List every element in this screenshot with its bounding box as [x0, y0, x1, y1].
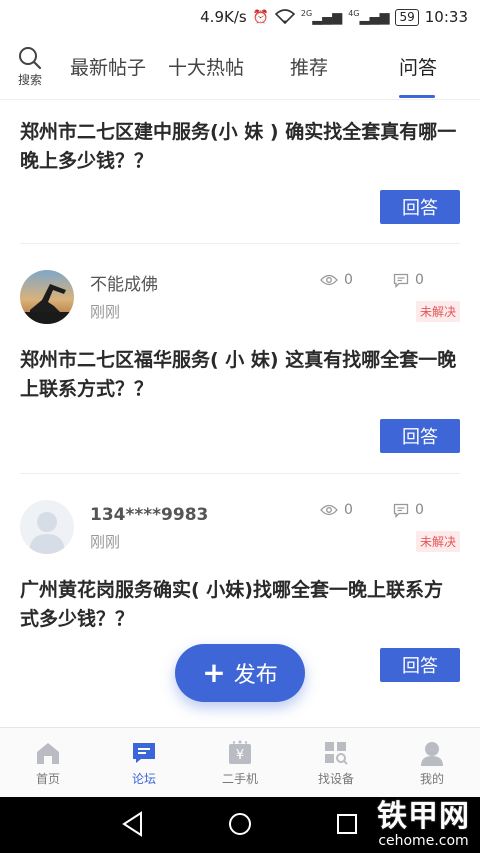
comment-icon	[393, 503, 409, 518]
nav-used-machines[interactable]: ¥ 二手机	[192, 728, 288, 798]
publish-label: 发布	[233, 663, 278, 688]
clock: 10:33	[424, 8, 468, 26]
top-nav: 搜索 最新帖子 十大热帖 推荐 问答	[0, 34, 480, 100]
comment-count: 0	[393, 502, 424, 518]
view-count: 0	[320, 502, 353, 518]
battery-indicator: 59	[395, 8, 419, 26]
bottom-nav: 首页 论坛 ¥ 二手机 找设备 我的	[0, 727, 480, 797]
eye-icon	[320, 504, 338, 516]
author-row: 不能成佛 刚刚 0 0 未解决	[20, 270, 460, 324]
search-label: 搜索	[17, 72, 42, 87]
answer-button[interactable]: 回答	[380, 419, 460, 453]
post-stats: 0 0 未解决	[320, 500, 460, 554]
tab-top-ten[interactable]: 十大热帖	[156, 34, 256, 100]
network-speed: 4.9K/s	[200, 8, 247, 26]
signal-4g-icon: 4G▂▄▆	[348, 8, 390, 26]
find-equipment-icon	[325, 741, 348, 765]
question-title[interactable]: 郑州市二七区建中服务(小 妹 ) 确实找全套真有哪一晚上多少钱？？	[20, 118, 460, 176]
eye-icon	[320, 274, 338, 286]
status-badge: 未解决	[415, 531, 460, 552]
plus-icon: +	[202, 656, 226, 689]
home-circle-icon[interactable]	[228, 811, 252, 837]
post-stats: 0 0 未解决	[320, 270, 460, 324]
question-title[interactable]: 郑州市二七区福华服务( 小 妹) 这真有找哪全套一晚上联系方式？？	[20, 346, 460, 404]
home-icon	[37, 742, 59, 764]
comment-count: 0	[393, 272, 424, 288]
question-card[interactable]: 不能成佛 刚刚 0 0 未解决 郑州市二七区福华服务( 小 妹) 这真有找哪全套…	[20, 244, 460, 474]
post-time: 刚刚	[90, 533, 121, 551]
author-name[interactable]: 不能成佛	[90, 274, 158, 296]
tab-latest-posts[interactable]: 最新帖子	[60, 34, 156, 100]
nav-home[interactable]: 首页	[0, 728, 96, 798]
search-button[interactable]: 搜索	[0, 34, 60, 100]
svg-text:¥: ¥	[236, 748, 244, 763]
post-time: 刚刚	[90, 303, 121, 321]
default-avatar-icon	[20, 500, 74, 554]
status-badge: 未解决	[415, 301, 460, 322]
nav-forum[interactable]: 论坛	[96, 728, 192, 798]
search-icon	[19, 46, 42, 69]
qa-feed[interactable]: 郑州市二七区建中服务(小 妹 ) 确实找全套真有哪一晚上多少钱？？ 回答 不能成…	[0, 101, 480, 727]
author-row: 134****9983 刚刚 0 0 未解决	[20, 500, 460, 554]
comment-icon	[393, 273, 409, 288]
question-card[interactable]: 郑州市二七区建中服务(小 妹 ) 确实找全套真有哪一晚上多少钱？？ 回答	[20, 101, 460, 244]
nav-profile[interactable]: 我的	[384, 728, 480, 798]
tab-recommended[interactable]: 推荐	[256, 34, 362, 100]
answer-button[interactable]: 回答	[380, 190, 460, 224]
wifi-icon	[274, 9, 295, 25]
avatar[interactable]	[20, 270, 74, 324]
view-count: 0	[320, 272, 353, 288]
tab-qa[interactable]: 问答	[362, 34, 474, 100]
used-machine-icon: ¥	[229, 740, 251, 764]
forum-icon	[133, 742, 155, 763]
publish-button[interactable]: + 发布	[175, 644, 305, 702]
watermark: 铁甲网 cehome.com	[377, 799, 470, 849]
signal-2g-icon: 2G▂▄▆	[300, 8, 343, 26]
answer-button[interactable]: 回答	[380, 648, 460, 682]
nav-find-equipment[interactable]: 找设备	[288, 728, 384, 798]
profile-icon	[421, 741, 443, 766]
back-icon[interactable]	[121, 811, 145, 837]
alarm-icon: ⏰	[252, 9, 269, 25]
recents-icon[interactable]	[335, 811, 359, 837]
author-name[interactable]: 134****9983	[90, 504, 208, 526]
status-bar: 4.9K/s ⏰ 2G▂▄▆ 4G▂▄▆ 59 10:33	[0, 0, 480, 34]
avatar-image	[20, 270, 74, 324]
question-title[interactable]: 广州黄花岗服务确实( 小妹)找哪全套一晚上联系方式多少钱？？	[20, 576, 460, 634]
avatar[interactable]	[20, 500, 74, 554]
